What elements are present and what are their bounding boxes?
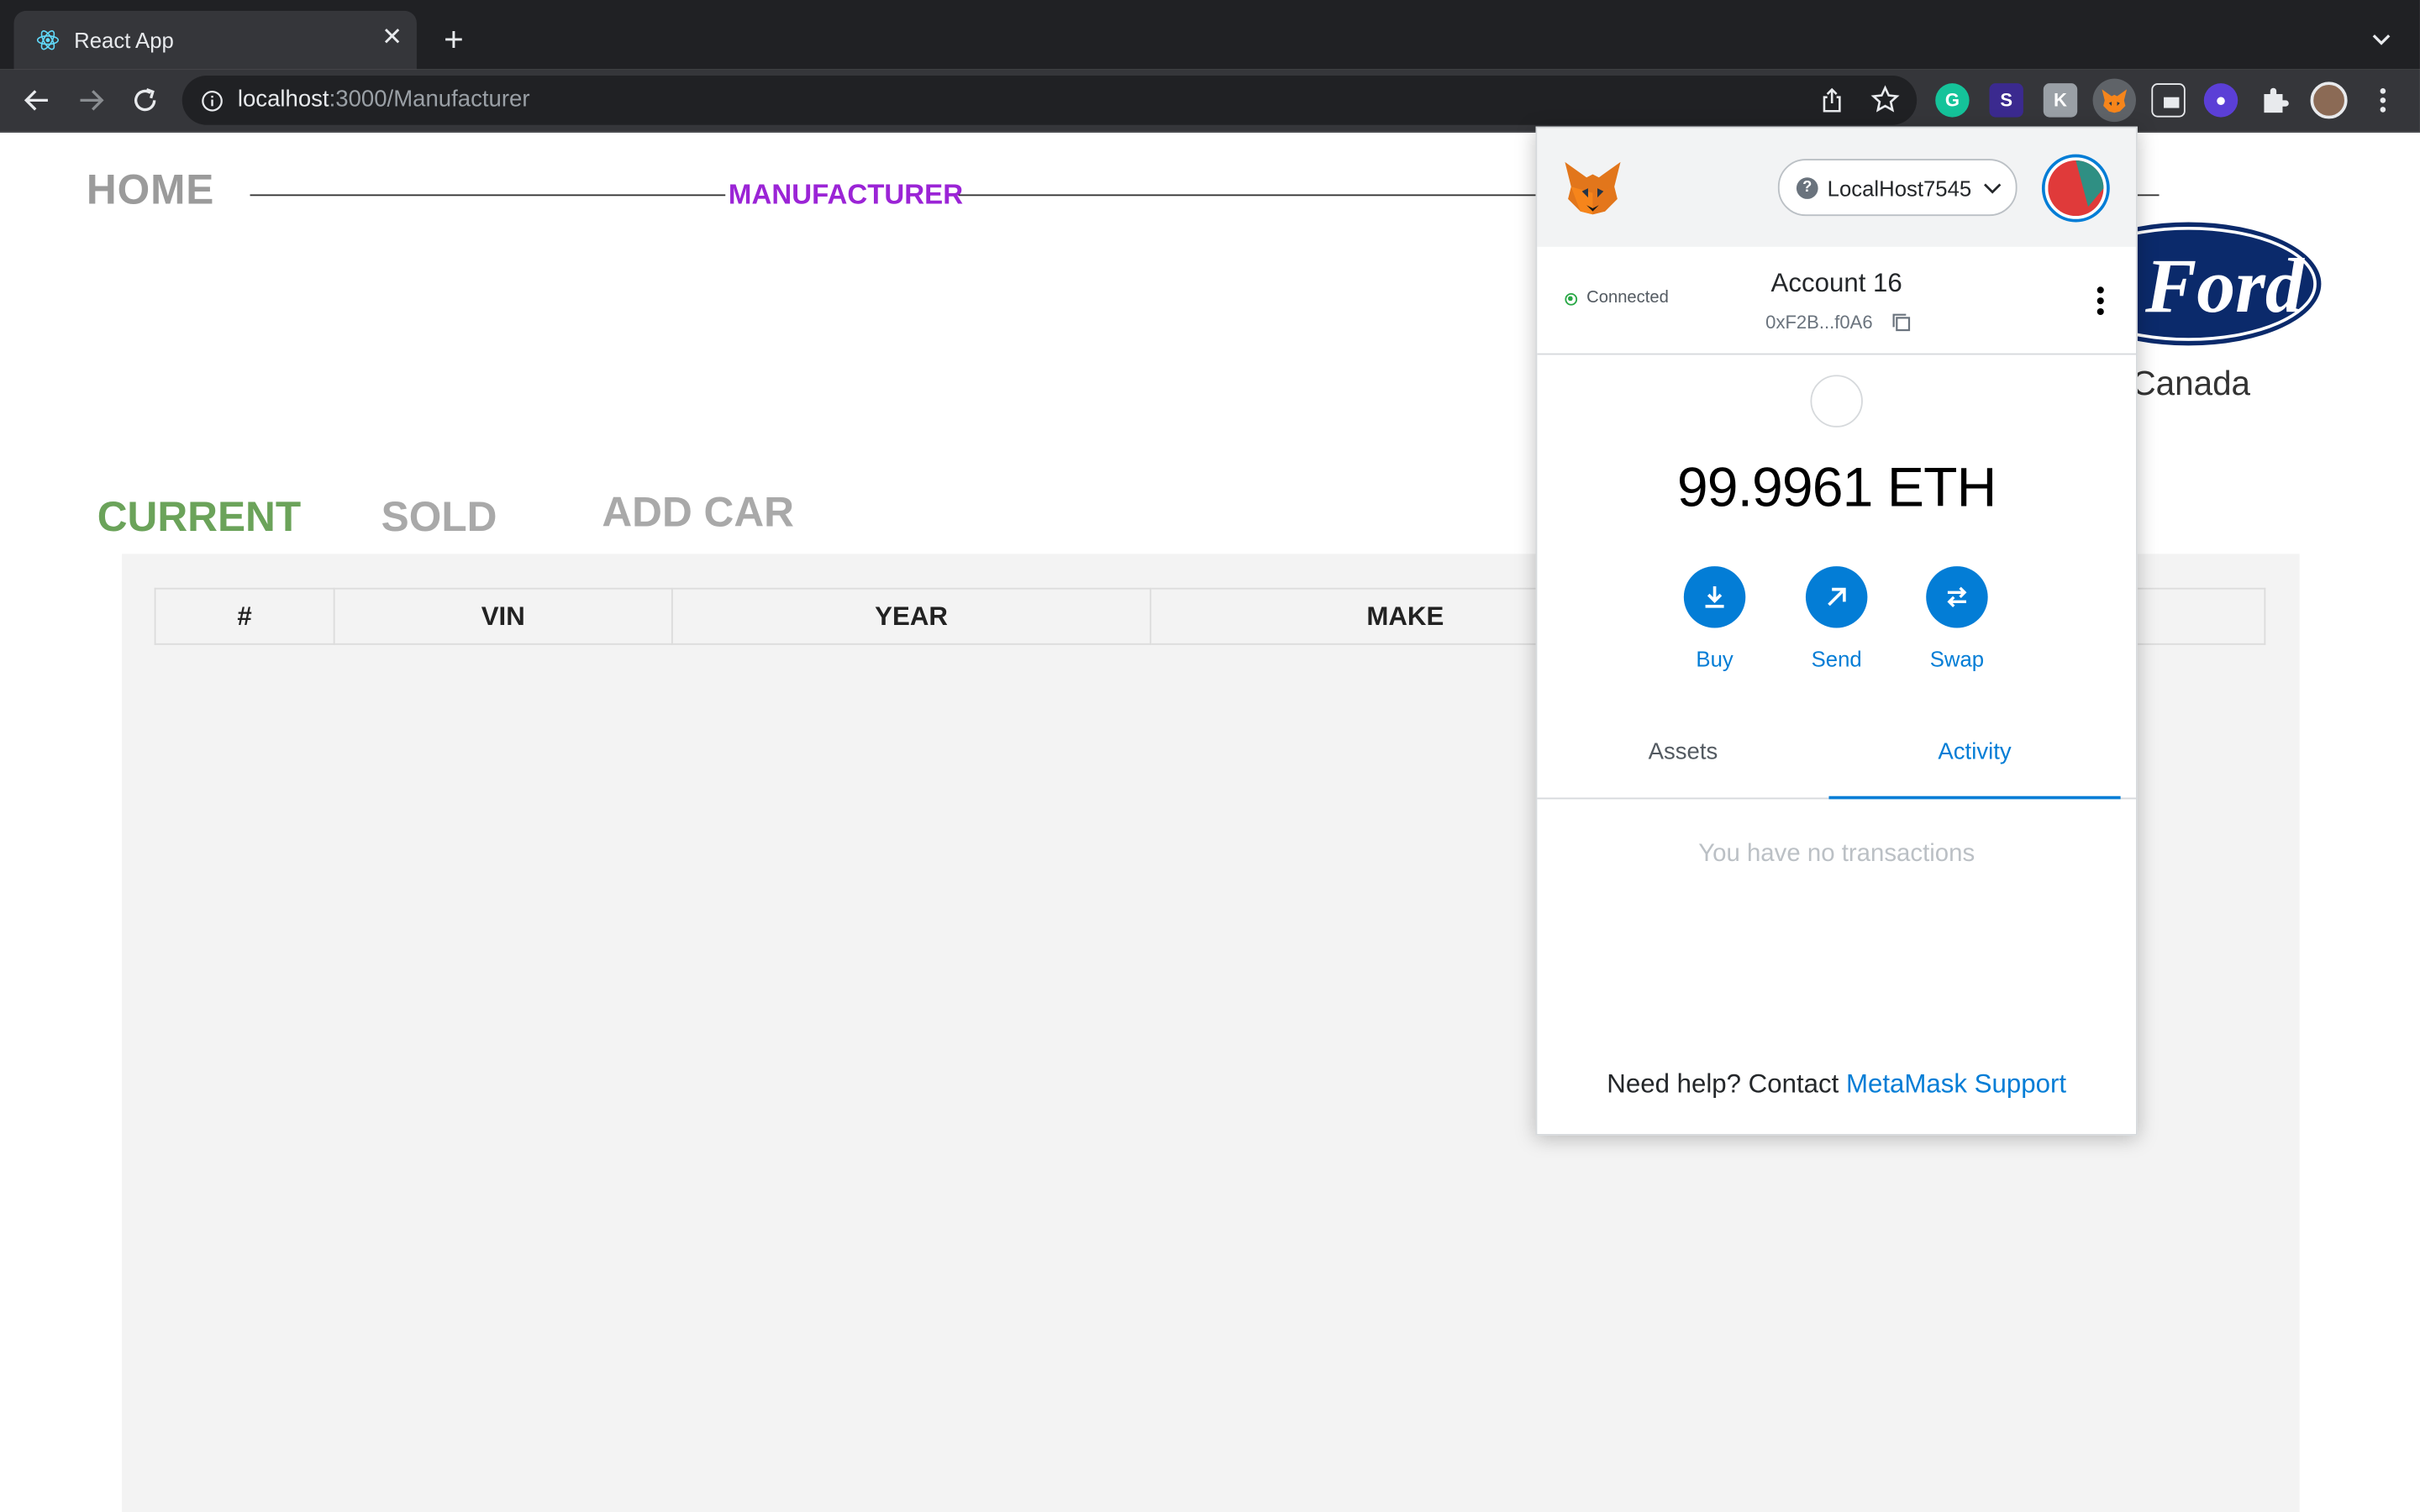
profile-avatar[interactable] bbox=[2310, 81, 2348, 119]
help-prefix: Need help? Contact bbox=[1607, 1068, 1846, 1099]
eth-balance: 99.9961 ETH bbox=[1676, 454, 1996, 519]
ford-canada-label: Canada bbox=[2131, 364, 2251, 403]
metamask-fox-icon bbox=[2102, 88, 2128, 113]
buy-action-circle bbox=[1683, 566, 1746, 628]
metamask-popup: ? LocalHost7545 Connected Account 16 0xF… bbox=[1535, 126, 2138, 1136]
back-arrow-icon[interactable] bbox=[22, 85, 53, 116]
download-icon bbox=[1705, 585, 1724, 608]
network-help-icon: ? bbox=[1796, 177, 1818, 199]
browser-tabstrip: React App ✕ + bbox=[0, 0, 2420, 70]
account-identicon-icon bbox=[2048, 160, 2104, 217]
network-selector[interactable]: ? LocalHost7545 bbox=[1777, 159, 2018, 217]
copy-icon[interactable] bbox=[1892, 313, 1911, 332]
network-name: LocalHost7545 bbox=[1827, 176, 1972, 201]
browser-tab[interactable]: React App ✕ bbox=[13, 10, 417, 70]
chevron-down-icon bbox=[1984, 183, 2002, 194]
extensions-puzzle-icon[interactable] bbox=[2258, 83, 2291, 117]
column-header-year: YEAR bbox=[671, 587, 1152, 645]
column-header-number: # bbox=[154, 587, 335, 645]
metamask-tabs: Assets Activity bbox=[1537, 722, 2136, 800]
tab-manager-glyph bbox=[2164, 97, 2180, 108]
tab-search-chevron-icon[interactable] bbox=[2366, 24, 2397, 55]
url-text[interactable]: localhost:3000/Manufacturer bbox=[238, 87, 530, 113]
send-action-circle bbox=[1805, 566, 1868, 628]
tab-manager-extension-icon[interactable] bbox=[2151, 83, 2186, 118]
browser-menu-icon[interactable] bbox=[2370, 85, 2395, 116]
tab-add-car[interactable]: ADD CAR bbox=[602, 489, 794, 537]
swap-arrows-icon bbox=[1947, 586, 1967, 607]
tab-activity[interactable]: Activity bbox=[1828, 722, 2121, 800]
grammarly-extension-icon[interactable]: G bbox=[1935, 83, 1970, 118]
metamask-extension-icon[interactable] bbox=[2092, 78, 2136, 123]
keys-extension-icon[interactable]: K bbox=[2043, 83, 2078, 118]
send-button[interactable]: Send bbox=[1791, 566, 1883, 671]
tab-assets[interactable]: Assets bbox=[1537, 722, 1828, 800]
tab-current[interactable]: CURRENT bbox=[97, 494, 301, 542]
swap-action-circle bbox=[1926, 566, 1988, 628]
metamask-fox-icon[interactable] bbox=[1562, 159, 1623, 218]
account-avatar[interactable] bbox=[2041, 154, 2110, 223]
url-path: :3000/Manufacturer bbox=[329, 86, 530, 113]
close-tab-icon[interactable]: ✕ bbox=[378, 24, 406, 52]
buy-label: Buy bbox=[1696, 646, 1733, 671]
swap-label: Swap bbox=[1929, 646, 1985, 671]
buy-button[interactable]: Buy bbox=[1668, 566, 1760, 671]
account-bar: Connected Account 16 0xF2B...f0A6 bbox=[1537, 246, 2136, 355]
column-header-vin: VIN bbox=[333, 587, 673, 645]
bookmark-star-icon[interactable] bbox=[1870, 85, 1900, 114]
react-icon bbox=[36, 30, 59, 50]
metamask-support-link[interactable]: MetaMask Support bbox=[1846, 1069, 2066, 1099]
empty-transactions-message: You have no transactions bbox=[1698, 841, 1975, 868]
nav-divider-line bbox=[250, 194, 726, 197]
reload-icon[interactable] bbox=[129, 85, 160, 116]
manufacturer-nav-link[interactable]: MANUFACTURER bbox=[729, 179, 963, 212]
swap-button[interactable]: Swap bbox=[1911, 566, 2003, 671]
ghost-extension-icon[interactable]: ● bbox=[2203, 83, 2238, 118]
svg-text:Ford: Ford bbox=[2144, 243, 2306, 328]
metamask-header: ? LocalHost7545 bbox=[1537, 128, 2136, 247]
arrow-up-right-icon bbox=[1828, 587, 1846, 606]
token-identicon bbox=[1810, 375, 1863, 428]
tab-sold[interactable]: SOLD bbox=[381, 494, 497, 542]
tab-title: React App bbox=[74, 28, 174, 53]
home-nav-link[interactable]: HOME bbox=[87, 166, 214, 214]
forward-arrow-icon[interactable] bbox=[76, 85, 107, 116]
nav-divider-line bbox=[958, 194, 1545, 197]
nav-divider-line bbox=[2135, 194, 2160, 197]
share-icon[interactable] bbox=[1818, 87, 1846, 114]
address-bar[interactable]: localhost:3000/Manufacturer bbox=[182, 75, 1918, 125]
send-label: Send bbox=[1811, 646, 1862, 671]
help-footer: Need help? Contact MetaMask Support bbox=[1537, 1069, 2136, 1100]
account-address[interactable]: 0xF2B...f0A6 bbox=[1765, 312, 1872, 333]
new-tab-icon[interactable]: + bbox=[437, 23, 471, 57]
site-info-icon[interactable] bbox=[201, 90, 224, 113]
browser-toolbar: localhost:3000/Manufacturer G S K ● bbox=[0, 69, 2420, 133]
account-name[interactable]: Account 16 bbox=[1537, 269, 2136, 300]
url-host: localhost bbox=[237, 86, 329, 113]
solana-extension-icon[interactable]: S bbox=[1989, 83, 2023, 118]
account-options-icon[interactable] bbox=[2096, 286, 2105, 317]
